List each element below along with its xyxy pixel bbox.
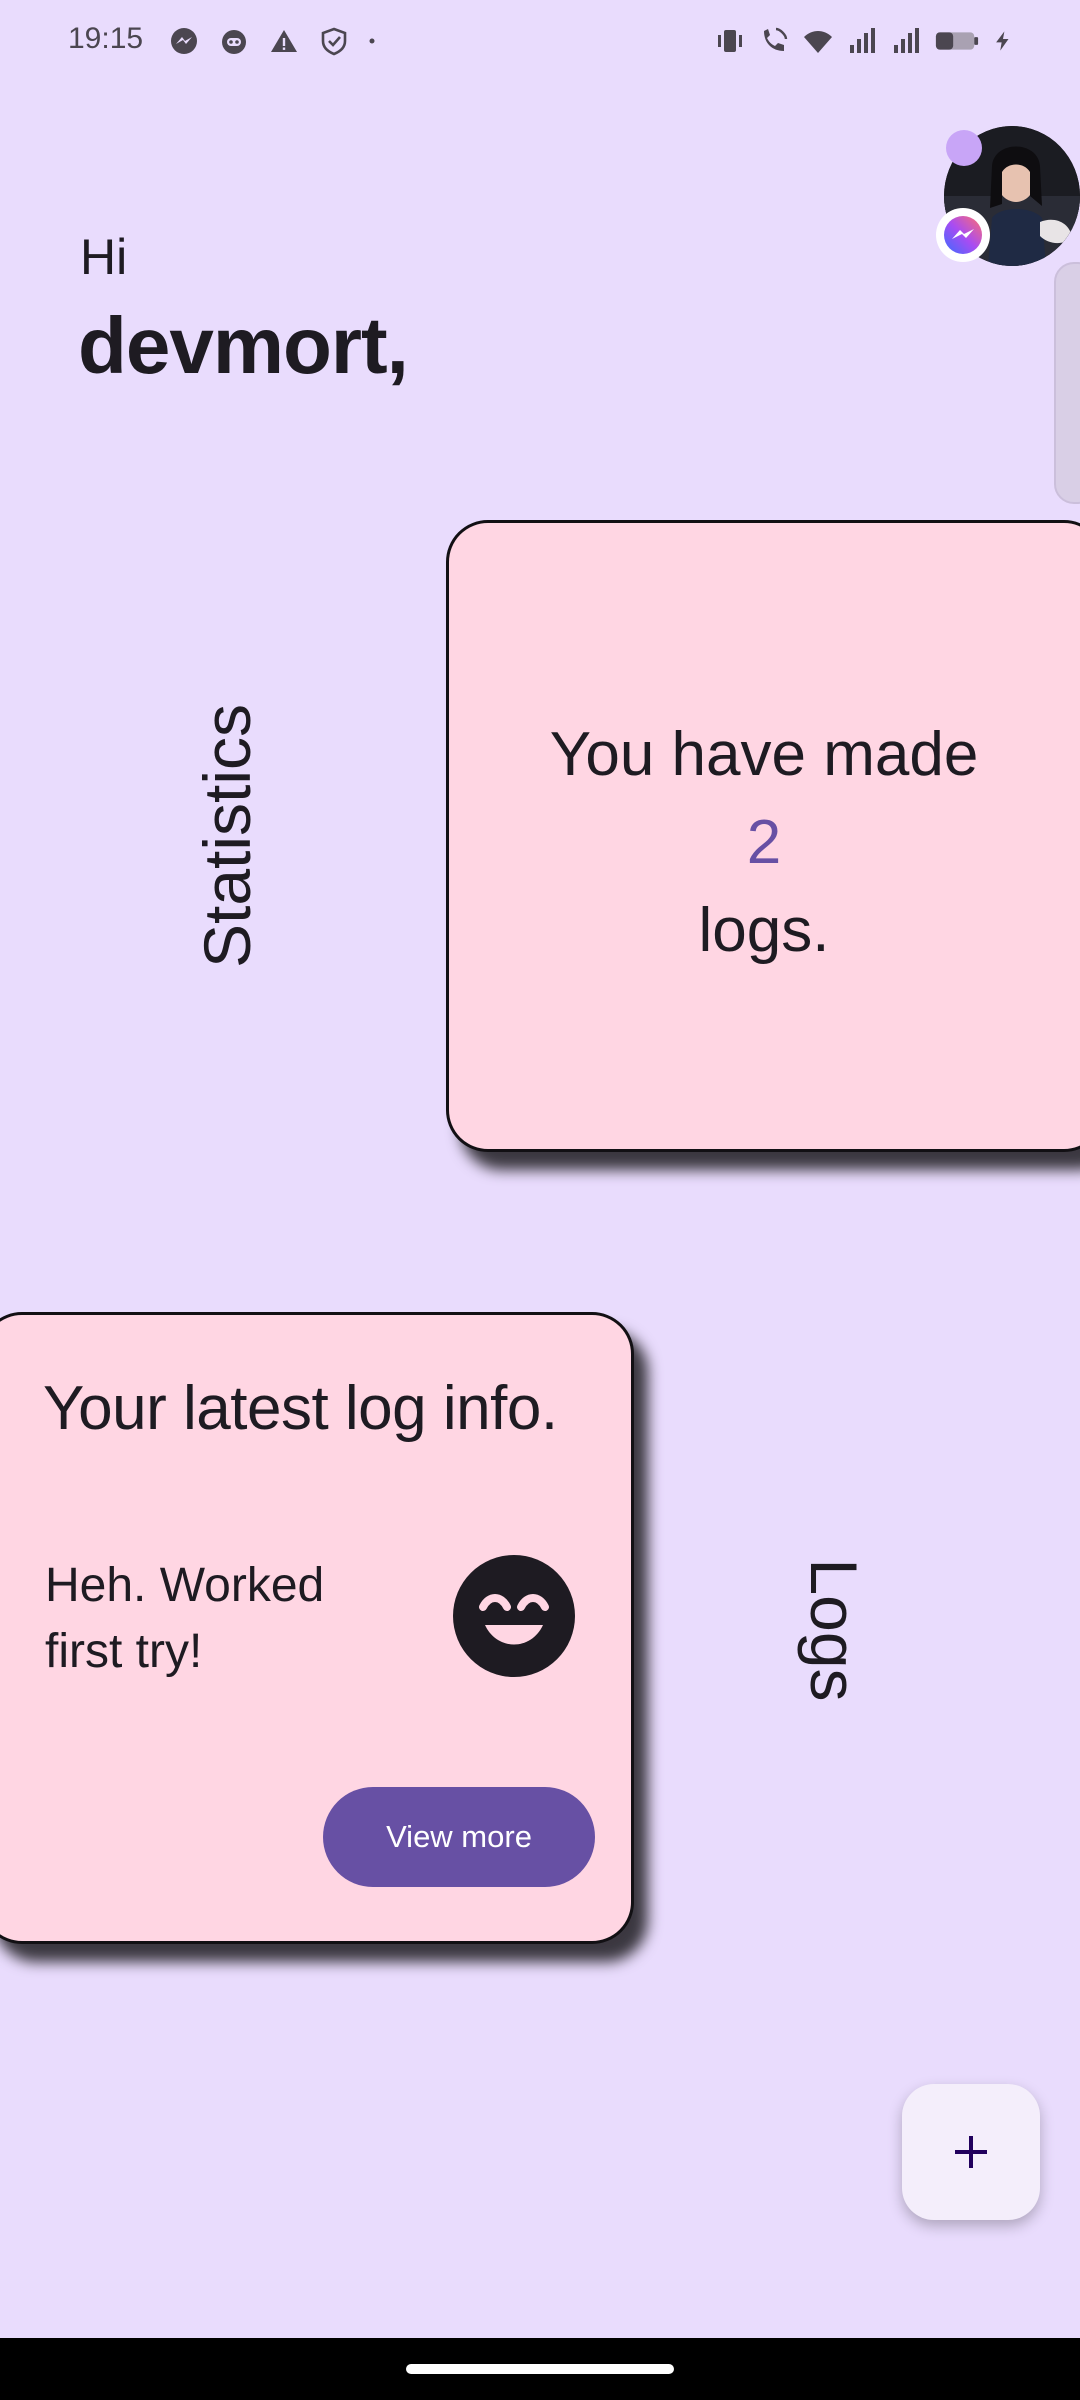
messenger-badge: [936, 208, 990, 262]
status-bar: 19:15: [0, 0, 1080, 84]
log-count: 2: [746, 808, 782, 877]
latest-log-text: Heh. Worked first try!: [45, 1559, 325, 1678]
status-time: 19:15: [68, 22, 144, 55]
user-name: devmort,: [78, 301, 409, 390]
home-gesture-handle[interactable]: [406, 2364, 674, 2374]
view-more-button[interactable]: View more: [323, 1787, 595, 1887]
messenger-icon: [944, 216, 982, 254]
statistics-summary: You have made 2 logs.: [449, 711, 1079, 975]
battery-icon: [935, 32, 979, 50]
system-icons: [714, 24, 1014, 58]
notification-icons: [168, 24, 384, 58]
logs-section-label: Logs: [797, 1558, 871, 1702]
wifi-icon: [804, 31, 832, 53]
wifi-calling-icon: [764, 27, 788, 51]
signal-icon: [894, 28, 919, 53]
messenger-icon: [171, 28, 197, 54]
statistics-line-1: You have made: [549, 720, 979, 789]
statistics-card: You have made 2 logs.: [446, 520, 1080, 1152]
greeting-hi: Hi: [80, 229, 128, 285]
signal-icon: [850, 28, 875, 53]
latest-log-card: Your latest log info. Heh. Worked first …: [0, 1312, 634, 1944]
smiling-face-icon: [453, 1555, 575, 1677]
add-log-button[interactable]: [902, 2084, 1040, 2220]
dot-icon: [369, 38, 375, 44]
statistics-line-3: logs.: [698, 896, 830, 965]
warning-icon: [271, 30, 297, 52]
vibrate-icon: [718, 30, 742, 52]
shield-check-icon: [321, 27, 347, 56]
latest-log-title: Your latest log info.: [43, 1374, 558, 1443]
statistics-section-label: Statistics: [190, 703, 264, 969]
unread-dot: [946, 130, 982, 166]
side-panel-handle[interactable]: [1054, 262, 1080, 504]
charging-bolt-icon: [996, 31, 1009, 51]
plus-icon: [955, 2136, 987, 2168]
cat-face-icon: [222, 30, 246, 54]
